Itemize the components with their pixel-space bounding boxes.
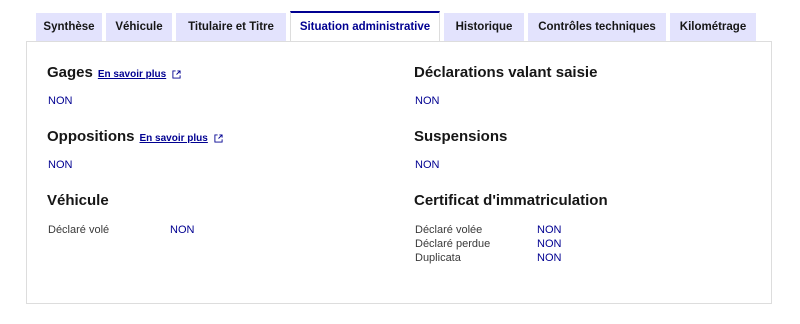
suspensions-value: NON [415, 159, 440, 171]
gages-value: NON [48, 95, 73, 107]
certificat-title: Certificat d'immatriculation [414, 192, 608, 209]
oppositions-section: Oppositions En savoir plus [47, 128, 223, 145]
oppositions-value: NON [48, 159, 73, 171]
tab-historique[interactable]: Historique [444, 13, 524, 41]
tab-situation-administrative[interactable]: Situation administrative [290, 11, 440, 41]
certificat-duplicata-value: NON [537, 252, 562, 264]
external-link-icon [172, 70, 181, 79]
tab-bar: Synthèse Véhicule Titulaire et Titre Sit… [36, 11, 760, 41]
certificat-row: Déclaré perdue NON [415, 238, 561, 250]
tab-vehicule[interactable]: Véhicule [106, 13, 172, 41]
external-link-icon [214, 134, 223, 143]
tab-titulaire-et-titre[interactable]: Titulaire et Titre [176, 13, 286, 41]
certificat-row: Duplicata NON [415, 252, 561, 264]
suspensions-title: Suspensions [414, 128, 508, 145]
certificat-perdue-value: NON [537, 238, 562, 250]
vehicule-title: Véhicule [47, 192, 109, 209]
oppositions-title: Oppositions [47, 128, 135, 145]
vehicule-vole-value: NON [170, 224, 195, 236]
certificat-perdue-label: Déclaré perdue [415, 238, 491, 250]
declarations-title: Déclarations valant saisie [414, 64, 598, 81]
tab-controles-techniques[interactable]: Contrôles techniques [528, 13, 666, 41]
certificat-duplicata-label: Duplicata [415, 252, 461, 264]
certificat-volee-label: Déclaré volée [415, 224, 483, 236]
tab-kilometrage[interactable]: Kilométrage [670, 13, 756, 41]
gages-section: Gages En savoir plus [47, 64, 181, 81]
certificat-rows: Déclaré volée NON Déclaré perdue NON Dup… [415, 224, 561, 264]
declarations-value: NON [415, 95, 440, 107]
oppositions-info-link[interactable]: En savoir plus [140, 133, 223, 144]
gages-info-link[interactable]: En savoir plus [98, 69, 181, 80]
vehicule-vole-label: Déclaré volé [48, 224, 110, 236]
certificat-row: Déclaré volée NON [415, 224, 561, 236]
tab-synthese[interactable]: Synthèse [36, 13, 102, 41]
certificat-volee-value: NON [537, 224, 562, 236]
vehicule-vole-row: Déclaré volé NON [48, 224, 194, 236]
gages-title: Gages [47, 64, 93, 81]
